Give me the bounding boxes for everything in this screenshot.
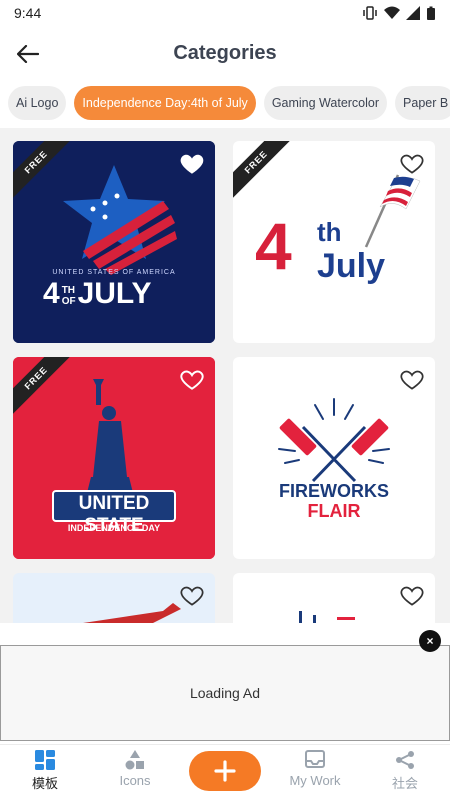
templates-icon	[35, 750, 55, 770]
inbox-icon	[305, 750, 325, 768]
wifi-icon	[384, 6, 400, 19]
heart-outline-icon[interactable]	[399, 583, 425, 609]
signal-icon	[406, 6, 420, 20]
card-title-suffix: th	[317, 217, 342, 247]
vibrate-icon	[363, 6, 377, 20]
nav-my-work[interactable]: My Work	[275, 749, 355, 799]
template-card[interactable]: 4 th July FREE	[233, 141, 435, 343]
free-badge: FREE	[233, 141, 295, 201]
top-bar: Categories	[0, 26, 450, 80]
nav-templates[interactable]: 模板	[5, 749, 85, 799]
card-title-word: FIREWORKS	[279, 481, 389, 501]
chip-independence-day[interactable]: Independence Day:4th of July	[74, 86, 256, 120]
card-subtitle: FLAIR	[307, 501, 361, 521]
card-title-word: July	[317, 247, 386, 285]
template-card[interactable]: FIREWORKS FLAIR	[233, 357, 435, 559]
battery-icon	[427, 6, 435, 20]
card-subtitle: UNITED STATES OF AMERICA	[52, 269, 176, 276]
status-time: 9:44	[14, 5, 42, 21]
nav-icons-label: Icons	[119, 773, 151, 788]
arrow-left-icon	[17, 45, 39, 63]
share-icon	[396, 751, 414, 769]
bottom-nav: 模板 Icons My Work 社会	[0, 744, 450, 800]
status-bar: 9:44	[0, 0, 450, 26]
shapes-icon	[125, 750, 144, 770]
plus-icon	[214, 760, 236, 782]
template-card[interactable]: UNITED STATES OF AMERICA 4 TH OF JULY FR…	[13, 141, 215, 343]
heart-outline-icon[interactable]	[399, 367, 425, 393]
create-button[interactable]	[189, 751, 261, 791]
card-title-number: 4	[255, 209, 292, 283]
heart-outline-icon[interactable]	[179, 367, 205, 393]
page-title: Categories	[173, 41, 277, 64]
heart-outline-icon[interactable]	[179, 583, 205, 609]
nav-community[interactable]: 社会	[365, 749, 445, 799]
card-title-of: OF	[61, 296, 76, 307]
chip-ai-logo[interactable]: Ai Logo	[8, 86, 67, 120]
template-card[interactable]	[233, 573, 435, 623]
back-button[interactable]	[12, 38, 44, 70]
nav-templates-label: 模板	[31, 776, 58, 791]
template-grid: UNITED STATES OF AMERICA 4 TH OF JULY FR…	[0, 128, 450, 623]
card-title-word: JULY	[77, 277, 152, 310]
nav-community-label: 社会	[391, 776, 418, 791]
card-title-suffix: TH	[61, 285, 76, 296]
chip-gaming-watercolor[interactable]: Gaming Watercolor	[263, 86, 388, 120]
ad-close-button[interactable]: ×	[419, 630, 441, 652]
heart-outline-icon[interactable]	[399, 151, 425, 177]
category-chips: Ai Logo Independence Day:4th of July Gam…	[0, 86, 450, 122]
nav-icons[interactable]: Icons	[95, 749, 175, 799]
template-card[interactable]	[13, 573, 215, 623]
nav-my-work-label: My Work	[289, 773, 341, 788]
chip-paper[interactable]: Paper B	[395, 86, 450, 120]
flag-icon	[364, 174, 421, 248]
card-subtitle: INDEPENDENCE DAY	[67, 523, 161, 533]
ad-loading-text: Loading Ad	[189, 685, 261, 701]
ad-banner[interactable]: Loading Ad	[0, 645, 450, 741]
heart-icon[interactable]	[179, 151, 205, 177]
template-card[interactable]: UNITED STATE INDEPENDENCE DAY FREE	[13, 357, 215, 559]
card-title-number: 4	[43, 277, 60, 310]
